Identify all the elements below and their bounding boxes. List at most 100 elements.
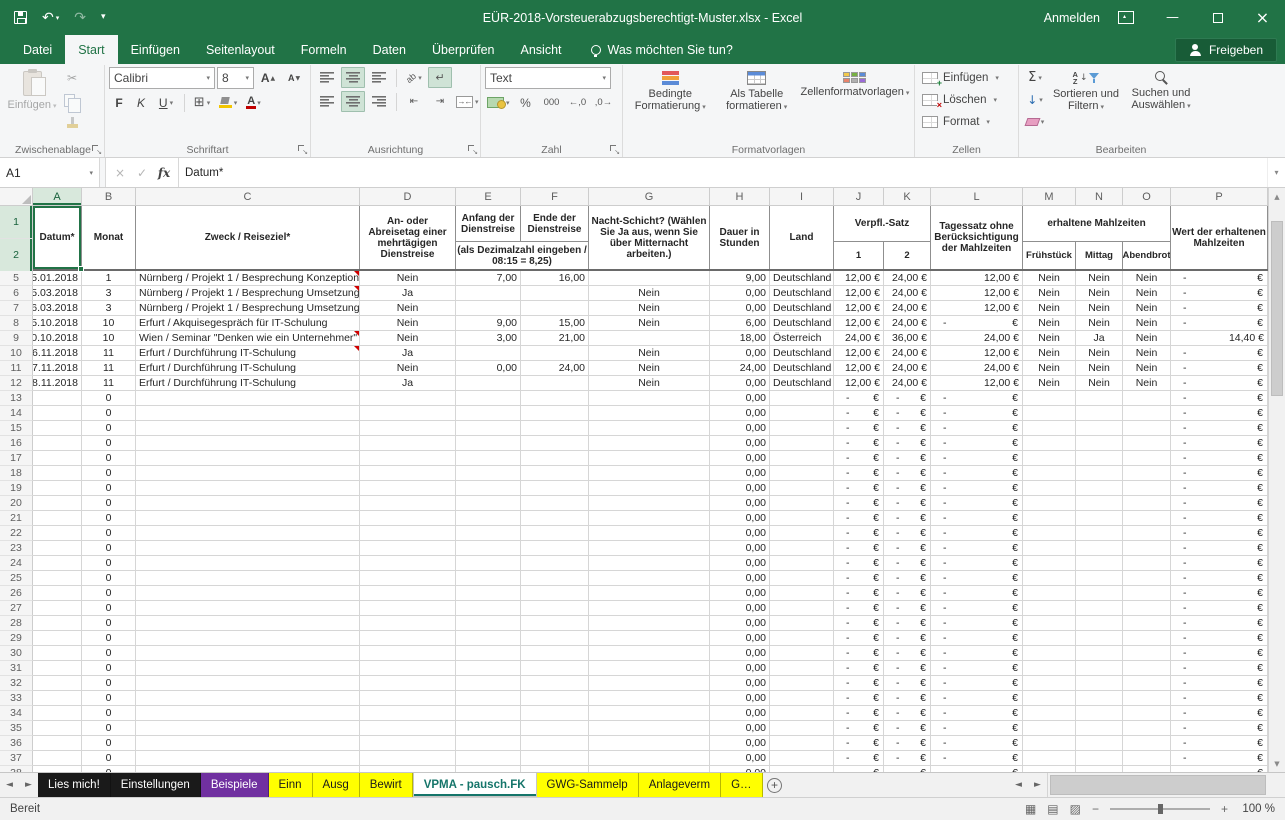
cell-L22[interactable]: -€ — [931, 526, 1023, 541]
cell-O13[interactable] — [1123, 391, 1171, 406]
cell-I31[interactable] — [770, 661, 834, 676]
cell-J1[interactable]: Verpfl.-Satz — [834, 206, 931, 242]
sheet-tab-GWG-Sammelp[interactable]: GWG-Sammelp — [537, 773, 639, 797]
cell-J33[interactable]: -€ — [834, 691, 884, 706]
column-header-K[interactable]: K — [884, 188, 931, 205]
cell-D1[interactable]: An- oder Abreisetag einer mehrtägigen Di… — [360, 206, 456, 269]
row-header-34[interactable]: 34 — [0, 706, 33, 721]
cell-F30[interactable] — [521, 646, 589, 661]
cell-J34[interactable]: -€ — [834, 706, 884, 721]
vertical-scrollbar[interactable]: ▲ ▼ — [1268, 188, 1285, 772]
cell-A38[interactable] — [33, 766, 82, 772]
cell-G14[interactable] — [589, 406, 710, 421]
cell-H14[interactable]: 0,00 — [710, 406, 770, 421]
cell-O12[interactable]: Nein — [1123, 376, 1171, 391]
zoom-in-icon[interactable]: + — [1221, 802, 1228, 816]
cell-C27[interactable] — [136, 601, 360, 616]
cell-K31[interactable]: -€ — [884, 661, 931, 676]
cell-D7[interactable]: Nein — [360, 301, 456, 316]
cell-G13[interactable] — [589, 391, 710, 406]
cell-M17[interactable] — [1023, 451, 1076, 466]
cell-B18[interactable]: 0 — [82, 466, 136, 481]
cell-M18[interactable] — [1023, 466, 1076, 481]
cell-B21[interactable]: 0 — [82, 511, 136, 526]
scroll-left-icon[interactable]: ◄ — [1009, 773, 1028, 797]
cell-N36[interactable] — [1076, 736, 1123, 751]
cell-G23[interactable] — [589, 541, 710, 556]
cell-E19[interactable] — [456, 481, 521, 496]
cell-I7[interactable]: Deutschland — [770, 301, 834, 316]
cell-B13[interactable]: 0 — [82, 391, 136, 406]
cell-I32[interactable] — [770, 676, 834, 691]
cell-E11[interactable]: 0,00 — [456, 361, 521, 376]
decrease-decimal-button[interactable]: ,0→ — [592, 92, 616, 113]
cell-O34[interactable] — [1123, 706, 1171, 721]
row-header-14[interactable]: 14 — [0, 406, 33, 421]
cell-B5[interactable]: 1 — [82, 271, 136, 286]
cell-N12[interactable]: Nein — [1076, 376, 1123, 391]
cell-P30[interactable]: -€ — [1171, 646, 1268, 661]
cell-A9[interactable]: 20.10.2018 — [33, 331, 82, 346]
cell-G36[interactable] — [589, 736, 710, 751]
cell-J25[interactable]: -€ — [834, 571, 884, 586]
cell-K14[interactable]: -€ — [884, 406, 931, 421]
sheet-tab-Lies mich![interactable]: Lies mich! — [38, 773, 111, 797]
cell-P6[interactable]: -€ — [1171, 286, 1268, 301]
cell-I19[interactable] — [770, 481, 834, 496]
cell-K23[interactable]: -€ — [884, 541, 931, 556]
cell-L5[interactable]: 12,00 € — [931, 271, 1023, 286]
cell-A16[interactable] — [33, 436, 82, 451]
cell-A36[interactable] — [33, 736, 82, 751]
row-header-30[interactable]: 30 — [0, 646, 33, 661]
page-break-view-icon[interactable]: ▨ — [1070, 802, 1081, 816]
autosum-button[interactable]: Σ▾ — [1023, 67, 1047, 88]
cell-M31[interactable] — [1023, 661, 1076, 676]
cell-E5[interactable]: 7,00 — [456, 271, 521, 286]
cell-M37[interactable] — [1023, 751, 1076, 766]
tab-seitenlayout[interactable]: Seitenlayout — [193, 35, 288, 64]
cell-O14[interactable] — [1123, 406, 1171, 421]
cell-H35[interactable]: 0,00 — [710, 721, 770, 736]
column-header-I[interactable]: I — [770, 188, 834, 205]
find-select-button[interactable]: Suchen und Auswählen▾ — [1123, 67, 1199, 112]
cell-C16[interactable] — [136, 436, 360, 451]
cell-J14[interactable]: -€ — [834, 406, 884, 421]
cell-H31[interactable]: 0,00 — [710, 661, 770, 676]
cell-F11[interactable]: 24,00 — [521, 361, 589, 376]
cell-F10[interactable] — [521, 346, 589, 361]
cell-A12[interactable]: 08.11.2018 — [33, 376, 82, 391]
cell-L36[interactable]: -€ — [931, 736, 1023, 751]
cell-L6[interactable]: 12,00 € — [931, 286, 1023, 301]
fill-color-button[interactable]: ▾ — [216, 92, 240, 113]
cell-D14[interactable] — [360, 406, 456, 421]
cell-C38[interactable] — [136, 766, 360, 772]
cancel-icon[interactable]: × — [110, 166, 130, 180]
cell-B32[interactable]: 0 — [82, 676, 136, 691]
cell-M15[interactable] — [1023, 421, 1076, 436]
cell-I36[interactable] — [770, 736, 834, 751]
cell-N25[interactable] — [1076, 571, 1123, 586]
cell-I22[interactable] — [770, 526, 834, 541]
cell-G6[interactable]: Nein — [589, 286, 710, 301]
align-right-button[interactable] — [367, 91, 391, 112]
row-header-9[interactable]: 9 — [0, 331, 33, 346]
cell-I29[interactable] — [770, 631, 834, 646]
cell-C30[interactable] — [136, 646, 360, 661]
cell-F19[interactable] — [521, 481, 589, 496]
cell-O5[interactable]: Nein — [1123, 271, 1171, 286]
cell-K7[interactable]: 24,00 € — [884, 301, 931, 316]
cell-N13[interactable] — [1076, 391, 1123, 406]
cell-D26[interactable] — [360, 586, 456, 601]
align-center-button[interactable] — [341, 91, 365, 112]
cell-N19[interactable] — [1076, 481, 1123, 496]
sign-in-link[interactable]: Anmelden — [1044, 11, 1100, 25]
format-cells-button[interactable]: Format▾ — [919, 111, 1002, 133]
cell-E36[interactable] — [456, 736, 521, 751]
cell-C29[interactable] — [136, 631, 360, 646]
cell-I34[interactable] — [770, 706, 834, 721]
cell-E9[interactable]: 3,00 — [456, 331, 521, 346]
cell-O31[interactable] — [1123, 661, 1171, 676]
cell-L17[interactable]: -€ — [931, 451, 1023, 466]
cell-J12[interactable]: 12,00 € — [834, 376, 884, 391]
cell-H30[interactable]: 0,00 — [710, 646, 770, 661]
